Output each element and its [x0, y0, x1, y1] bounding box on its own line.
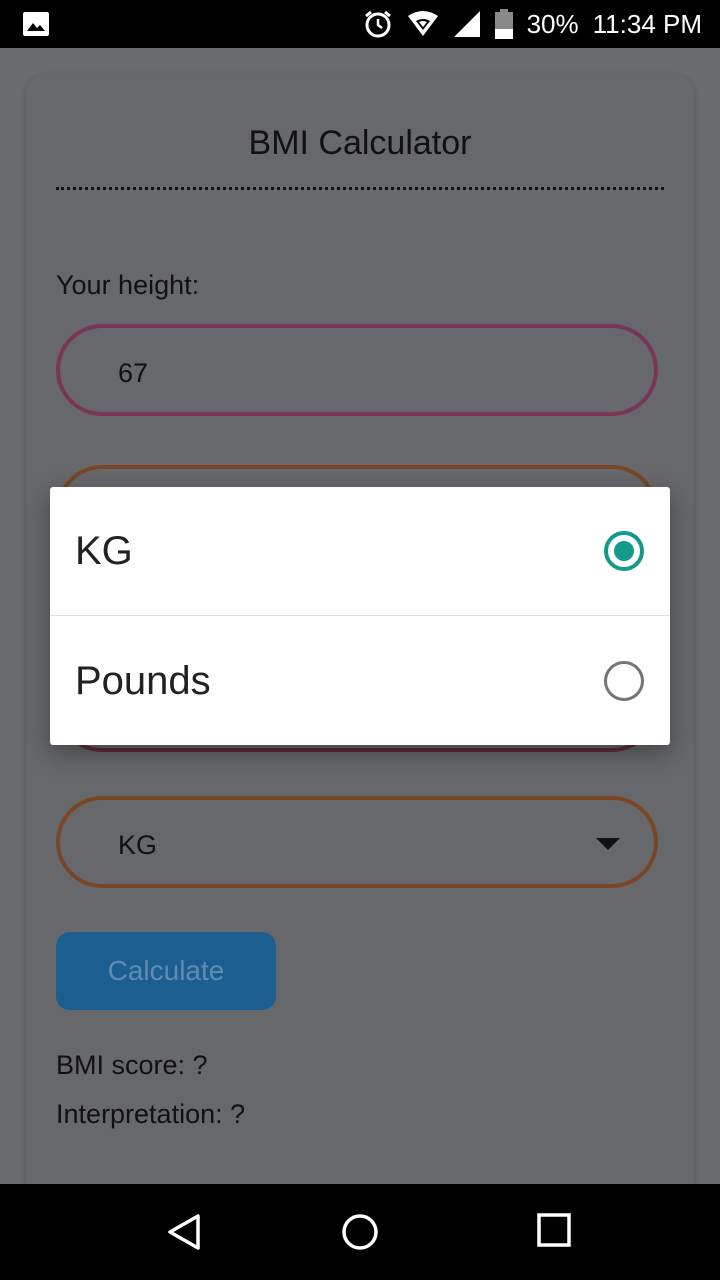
- weight-unit-select[interactable]: KG: [56, 796, 658, 888]
- divider: [50, 615, 670, 616]
- option-label: Pounds: [75, 659, 211, 703]
- back-icon[interactable]: [164, 1212, 204, 1257]
- clock: 11:34 PM: [592, 8, 702, 39]
- option-kg[interactable]: KG: [50, 487, 670, 615]
- weight-unit-value: KG: [118, 830, 158, 860]
- bmi-score: BMI score: ?: [56, 1050, 208, 1080]
- height-label: Your height:: [56, 270, 200, 300]
- option-pounds[interactable]: Pounds: [50, 617, 670, 745]
- page-title: BMI Calculator: [248, 124, 472, 162]
- navigation-bar: [0, 1184, 720, 1280]
- title-divider: [56, 187, 664, 190]
- battery-icon: [494, 9, 513, 39]
- signal-icon: [453, 10, 481, 38]
- alarm-icon: [363, 9, 393, 39]
- interpretation: Interpretation: ?: [56, 1099, 246, 1129]
- status-bar: 30% 11:34 PM: [0, 0, 720, 48]
- calculate-button[interactable]: Calculate: [56, 932, 276, 1010]
- unit-dialog: KG Pounds: [50, 487, 670, 745]
- height-input[interactable]: 67: [56, 324, 658, 416]
- home-icon[interactable]: [340, 1212, 380, 1257]
- wifi-icon: [407, 10, 439, 38]
- radio-unselected-icon[interactable]: [604, 661, 644, 701]
- chevron-down-icon: [596, 838, 620, 850]
- option-label: KG: [75, 529, 133, 573]
- recents-icon[interactable]: [536, 1212, 572, 1253]
- image-icon: [22, 11, 50, 42]
- battery-percent: 30%: [526, 8, 579, 39]
- height-value: 67: [118, 358, 149, 388]
- radio-selected-icon[interactable]: [604, 531, 644, 571]
